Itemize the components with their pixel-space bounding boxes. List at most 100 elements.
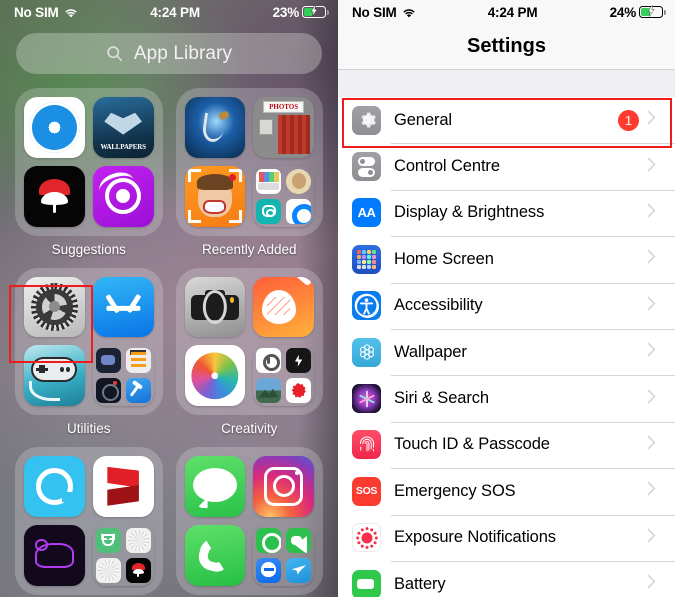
- wallpapers-icon[interactable]: WALLPAPERS: [92, 97, 154, 158]
- app-slot[interactable]: [93, 525, 154, 586]
- settings-row-control-centre[interactable]: Control Centre: [338, 143, 675, 190]
- folder-unlabelled-left[interactable]: [15, 447, 163, 595]
- chevron-right-icon: [647, 157, 665, 177]
- folder-recently-added[interactable]: PHOTOS: [175, 88, 323, 236]
- settings-row-label: Display & Brightness: [394, 203, 545, 222]
- app-slot[interactable]: [184, 276, 246, 338]
- mini-folder[interactable]: [253, 345, 314, 406]
- app-slot[interactable]: [184, 97, 246, 158]
- battery-charging-icon: [302, 5, 329, 18]
- app-slot[interactable]: WALLPAPERS: [92, 97, 154, 158]
- snes-emulator-icon[interactable]: [24, 345, 85, 406]
- photos-sign-label: PHOTOS: [265, 103, 302, 111]
- chevron-right-icon: [647, 481, 665, 501]
- folder-utilities[interactable]: [15, 267, 163, 415]
- right-status-bar: No SIM 4:24 PM 24%: [338, 0, 675, 24]
- photos-storefront-icon[interactable]: PHOTOS: [253, 97, 314, 158]
- app-slot[interactable]: [24, 456, 85, 517]
- settings-nav-title: Settings: [338, 24, 675, 70]
- memoji-icon[interactable]: [184, 165, 246, 227]
- mini-folder[interactable]: [253, 525, 314, 586]
- mini-folder[interactable]: [253, 166, 314, 227]
- app-slot[interactable]: [253, 525, 314, 586]
- lace-icon: [125, 527, 151, 553]
- folder-label-creativity: Creativity: [221, 421, 278, 436]
- left-status-right: 23%: [272, 4, 329, 20]
- settings-row-accessibility[interactable]: Accessibility: [338, 282, 675, 329]
- battery-charging-icon: [639, 5, 666, 18]
- settings-row-general[interactable]: General 1: [338, 97, 675, 144]
- battery-settings-icon: [352, 569, 381, 597]
- bear-icon[interactable]: [24, 524, 85, 586]
- emergency-sos-icon: SOS: [352, 476, 381, 506]
- chevron-right-icon: [647, 296, 665, 316]
- wallpapers-icon-label: WALLPAPERS: [100, 143, 146, 152]
- phone-icon[interactable]: [184, 524, 246, 586]
- app-slot[interactable]: [253, 456, 314, 517]
- folder-suggestions[interactable]: WALLPAPERS: [15, 88, 163, 236]
- photos-icon[interactable]: [184, 345, 246, 406]
- settings-gear-icon[interactable]: [24, 276, 85, 338]
- uchiha-icon[interactable]: [24, 165, 85, 227]
- instagram-icon[interactable]: [253, 456, 314, 517]
- folder-cell-social-left: [15, 447, 163, 595]
- app-slot[interactable]: [24, 97, 85, 158]
- blue-circle-icon: [286, 198, 311, 224]
- alexa-icon[interactable]: [24, 456, 85, 517]
- app-slot[interactable]: [184, 165, 246, 227]
- fish-hook-icon[interactable]: [184, 97, 246, 158]
- messenger-icon: [256, 557, 282, 583]
- app-slot[interactable]: [24, 345, 85, 406]
- app-slot[interactable]: [184, 524, 246, 586]
- app-slot[interactable]: [92, 165, 154, 227]
- app-slot-settings[interactable]: [24, 276, 85, 338]
- uchiha-icon: [125, 557, 151, 583]
- red-box-icon[interactable]: [92, 456, 154, 517]
- battery-percent-label: 23%: [272, 4, 300, 20]
- safari-icon[interactable]: [24, 97, 85, 158]
- chevron-right-icon: [647, 203, 665, 223]
- app-slot[interactable]: PHOTOS: [253, 97, 314, 158]
- settings-row-emergency-sos[interactable]: SOS Emergency SOS: [338, 468, 675, 515]
- clock-label: 4:24 PM: [150, 4, 200, 20]
- garageband-icon[interactable]: [253, 276, 314, 338]
- mini-folder[interactable]: [93, 525, 154, 586]
- red-gear-icon: [286, 378, 311, 403]
- folder-label-suggestions: Suggestions: [51, 241, 126, 257]
- settings-row-display-brightness[interactable]: AA Display & Brightness: [338, 189, 675, 237]
- settings-list: General 1 Control Centre AA Display & Br…: [338, 97, 675, 597]
- settings-row-wallpaper[interactable]: Wallpaper: [338, 328, 675, 376]
- app-slot[interactable]: [253, 345, 314, 406]
- app-slot[interactable]: [184, 456, 246, 517]
- app-store-icon[interactable]: [92, 276, 154, 338]
- face-icon: [286, 168, 311, 194]
- app-slot[interactable]: [184, 345, 246, 406]
- messages-icon[interactable]: [184, 456, 246, 517]
- app-slot[interactable]: [253, 276, 314, 338]
- folder-creativity[interactable]: [175, 267, 323, 415]
- mini-folder[interactable]: [93, 345, 154, 406]
- settings-row-touch-id-passcode[interactable]: Touch ID & Passcode: [338, 421, 675, 469]
- app-slot[interactable]: [24, 165, 85, 227]
- app-slot[interactable]: [24, 524, 85, 586]
- camera-icon[interactable]: [184, 276, 246, 338]
- settings-row-exposure-notifications[interactable]: Exposure Notifications: [338, 514, 675, 561]
- folder-unlabelled-right[interactable]: [175, 447, 323, 595]
- settings-row-home-screen[interactable]: Home Screen: [338, 236, 675, 283]
- dark-camera-icon: [286, 348, 311, 374]
- carrier-label: No SIM: [352, 4, 397, 20]
- left-status-bar: No SIM 4:24 PM 23%: [0, 0, 338, 24]
- app-slot[interactable]: [92, 276, 154, 338]
- pokeball-icon[interactable]: [92, 165, 154, 227]
- app-library-search-field[interactable]: App Library: [16, 33, 322, 74]
- app-slot[interactable]: [253, 166, 314, 227]
- carrier-label: No SIM: [14, 4, 59, 20]
- folder-cell-creativity: Creativity: [175, 267, 323, 436]
- app-slot[interactable]: [92, 456, 154, 517]
- settings-row-siri-search[interactable]: Siri & Search: [338, 375, 675, 422]
- folder-cell-utilities: Utilities: [15, 267, 163, 436]
- accessibility-icon: [352, 291, 381, 321]
- general-gear-icon: [352, 105, 381, 135]
- app-slot[interactable]: [93, 345, 154, 406]
- settings-row-battery[interactable]: Battery: [338, 560, 675, 597]
